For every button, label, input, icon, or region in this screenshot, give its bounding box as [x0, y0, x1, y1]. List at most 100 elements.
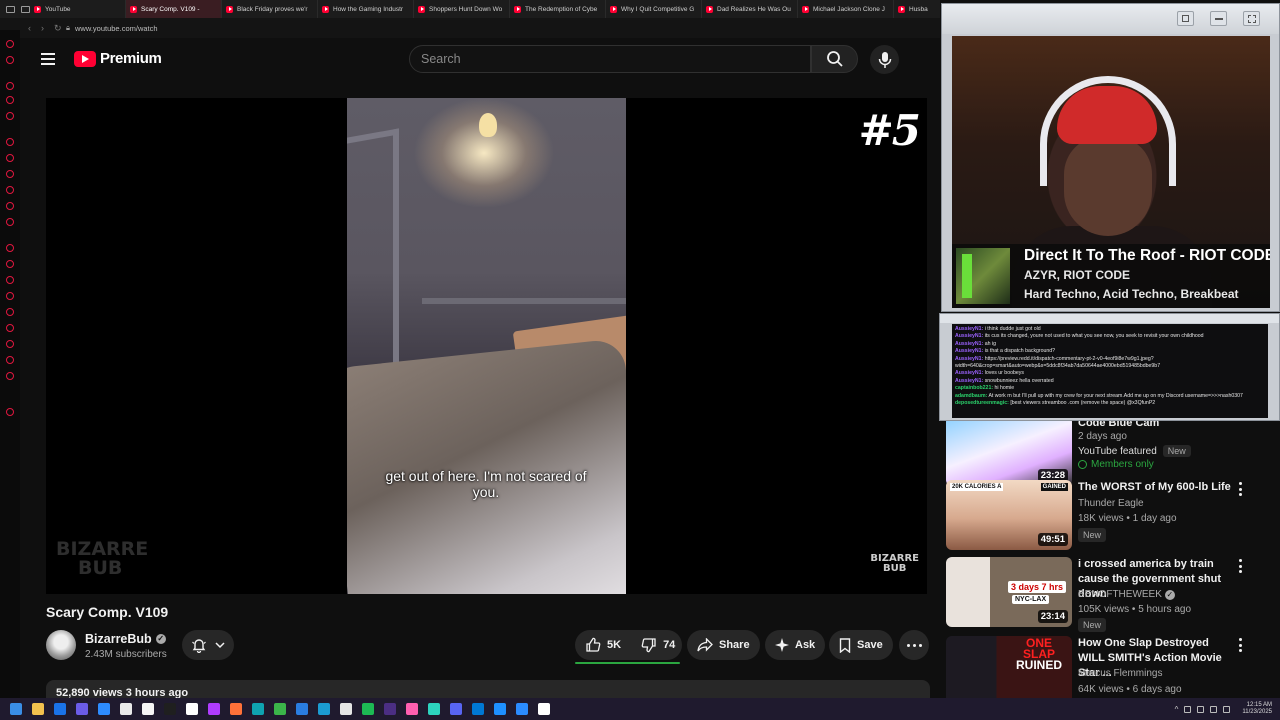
back-icon[interactable]: ‹: [28, 23, 31, 34]
dislike-button[interactable]: 74: [631, 630, 685, 660]
recommendation-channel-row[interactable]: BENOFTHEWEEK ✓: [1078, 589, 1175, 600]
maximize-window-button[interactable]: [1243, 11, 1260, 26]
sidebar-app-icon[interactable]: [6, 40, 14, 48]
chat-username[interactable]: AussieyN1:: [955, 326, 983, 332]
chat-username[interactable]: AussieyN1:: [955, 333, 983, 339]
taskbar-app-icon[interactable]: [538, 703, 550, 715]
browser-tab[interactable]: How the Gaming Industr: [318, 0, 414, 18]
taskbar-app-icon[interactable]: [296, 703, 308, 715]
chat-title-bar[interactable]: [940, 314, 1279, 323]
sidebar-app-icon[interactable]: [6, 218, 14, 226]
overlay-title-bar[interactable]: [942, 4, 1279, 34]
chat-username[interactable]: AussieyN1:: [955, 370, 983, 376]
voice-search-button[interactable]: [870, 45, 899, 74]
browser-tab[interactable]: Why I Quit Competitive G: [606, 0, 702, 18]
recommendation-item[interactable]: ONE SLAP RUINED How One Slap Destroyed W…: [946, 636, 1280, 698]
video-thumbnail[interactable]: ONE SLAP RUINED: [946, 636, 1072, 698]
taskbar-app-icon[interactable]: [340, 703, 352, 715]
taskbar-app-icon[interactable]: [54, 703, 66, 715]
network-icon[interactable]: [1210, 705, 1218, 713]
browser-tab[interactable]: Michael Jackson Clone J: [798, 0, 894, 18]
start-button-icon[interactable]: [10, 703, 22, 715]
browser-tab[interactable]: YouTube: [30, 0, 126, 18]
sidebar-app-icon[interactable]: [6, 82, 14, 90]
chat-username[interactable]: adamdbaum:: [955, 393, 987, 399]
sidebar-app-icon[interactable]: [6, 112, 14, 120]
taskbar-app-icon[interactable]: [32, 703, 44, 715]
like-button[interactable]: 5K: [575, 630, 631, 660]
taskbar-app-icon[interactable]: [516, 703, 528, 715]
sidebar-app-icon[interactable]: [6, 340, 14, 348]
subscribed-notifications-button[interactable]: [182, 630, 234, 660]
sidebar-app-icon[interactable]: [6, 408, 14, 416]
taskbar-app-icon[interactable]: [186, 703, 198, 715]
recommendation-title[interactable]: Code Blue Cam: [1078, 420, 1238, 431]
taskbar-app-icon[interactable]: [318, 703, 330, 715]
restore-window-button[interactable]: [1177, 11, 1194, 26]
description-box[interactable]: 52,890 views 3 hours ago: [46, 680, 930, 698]
taskbar-app-icon[interactable]: [230, 703, 242, 715]
sidebar-app-icon[interactable]: [6, 96, 14, 104]
sidebar-app-icon[interactable]: [6, 276, 14, 284]
clock[interactable]: 12:15 AM 11/23/2025: [1242, 702, 1272, 716]
browser-tab[interactable]: Dad Realizes He Was Ou: [702, 0, 798, 18]
taskbar-app-icon[interactable]: [76, 703, 88, 715]
sidebar-app-icon[interactable]: [6, 372, 14, 380]
sidebar-app-icon[interactable]: [6, 154, 14, 162]
channel-name-link[interactable]: BizarreBub ✓: [85, 632, 166, 646]
taskbar-app-icon[interactable]: [208, 703, 220, 715]
browser-tab-active[interactable]: Scary Comp. V109 -: [126, 0, 222, 18]
taskbar-app-icon[interactable]: [164, 703, 176, 715]
recommendation-item[interactable]: 3 days 7 hrs NYC-LAX 23:14 i crossed ame…: [946, 557, 1280, 632]
taskbar-app-icon[interactable]: [252, 703, 264, 715]
tray-app-icon[interactable]: [1197, 705, 1205, 713]
search-input[interactable]: [421, 52, 810, 66]
reload-icon[interactable]: ↻: [54, 23, 62, 34]
taskbar-app-icon[interactable]: [472, 703, 484, 715]
sidebar-app-icon[interactable]: [6, 56, 14, 64]
search-button[interactable]: [811, 45, 858, 73]
taskbar-app-icon[interactable]: [120, 703, 132, 715]
more-vert-icon[interactable]: [1234, 638, 1246, 652]
sidebar-app-icon[interactable]: [6, 260, 14, 268]
more-actions-button[interactable]: [899, 630, 929, 660]
video-thumbnail[interactable]: 3 days 7 hrs NYC-LAX 23:14: [946, 557, 1072, 627]
menu-icon[interactable]: [41, 53, 55, 65]
sidebar-app-icon[interactable]: [6, 356, 14, 364]
url-field[interactable]: www.youtube.com/watch: [75, 24, 158, 33]
video-thumbnail[interactable]: 23:28: [946, 420, 1072, 486]
taskbar-app-icon[interactable]: [494, 703, 506, 715]
ask-button[interactable]: Ask: [765, 630, 826, 660]
tray-app-icon[interactable]: [1184, 705, 1192, 713]
volume-icon[interactable]: [1223, 705, 1231, 713]
share-button[interactable]: Share: [687, 630, 760, 660]
browser-tab[interactable]: The Redemption of Cybe: [510, 0, 606, 18]
sidebar-app-icon[interactable]: [6, 292, 14, 300]
chat-username[interactable]: AussieyN1:: [955, 348, 983, 354]
taskbar-app-icon[interactable]: [98, 703, 110, 715]
workspaces-icon[interactable]: [6, 5, 15, 13]
recommendation-channel[interactable]: Thunder Eagle: [1078, 498, 1144, 509]
more-vert-icon[interactable]: [1234, 482, 1246, 496]
forward-icon[interactable]: ›: [41, 23, 44, 34]
taskbar-app-icon[interactable]: [274, 703, 286, 715]
sidebar-app-icon[interactable]: [6, 202, 14, 210]
sidebar-app-icon[interactable]: [6, 324, 14, 332]
taskbar-app-icon[interactable]: [428, 703, 440, 715]
tray-chevron-icon[interactable]: ^: [1175, 705, 1179, 714]
taskbar-app-icon[interactable]: [406, 703, 418, 715]
sidebar-app-icon[interactable]: [6, 308, 14, 316]
sidebar-app-icon[interactable]: [6, 186, 14, 194]
more-vert-icon[interactable]: [1234, 559, 1246, 573]
browser-tab[interactable]: Shoppers Hunt Down Wo: [414, 0, 510, 18]
taskbar-app-icon[interactable]: [450, 703, 462, 715]
video-player[interactable]: get out of here. I'm not scared of you. …: [46, 98, 927, 594]
channel-avatar[interactable]: [46, 630, 76, 660]
recommendation-channel[interactable]: Marcus Flemmings: [1078, 668, 1162, 679]
sidebar-app-icon[interactable]: [6, 170, 14, 178]
recommendation-item[interactable]: 20K CALORIES A GAINED 49:51 The WORST of…: [946, 480, 1280, 554]
chat-username[interactable]: AussieyN1:: [955, 356, 983, 362]
tab-list-icon[interactable]: [21, 5, 30, 13]
sidebar-app-icon[interactable]: [6, 138, 14, 146]
recommendation-title[interactable]: The WORST of My 600-lb Life: [1078, 480, 1238, 495]
